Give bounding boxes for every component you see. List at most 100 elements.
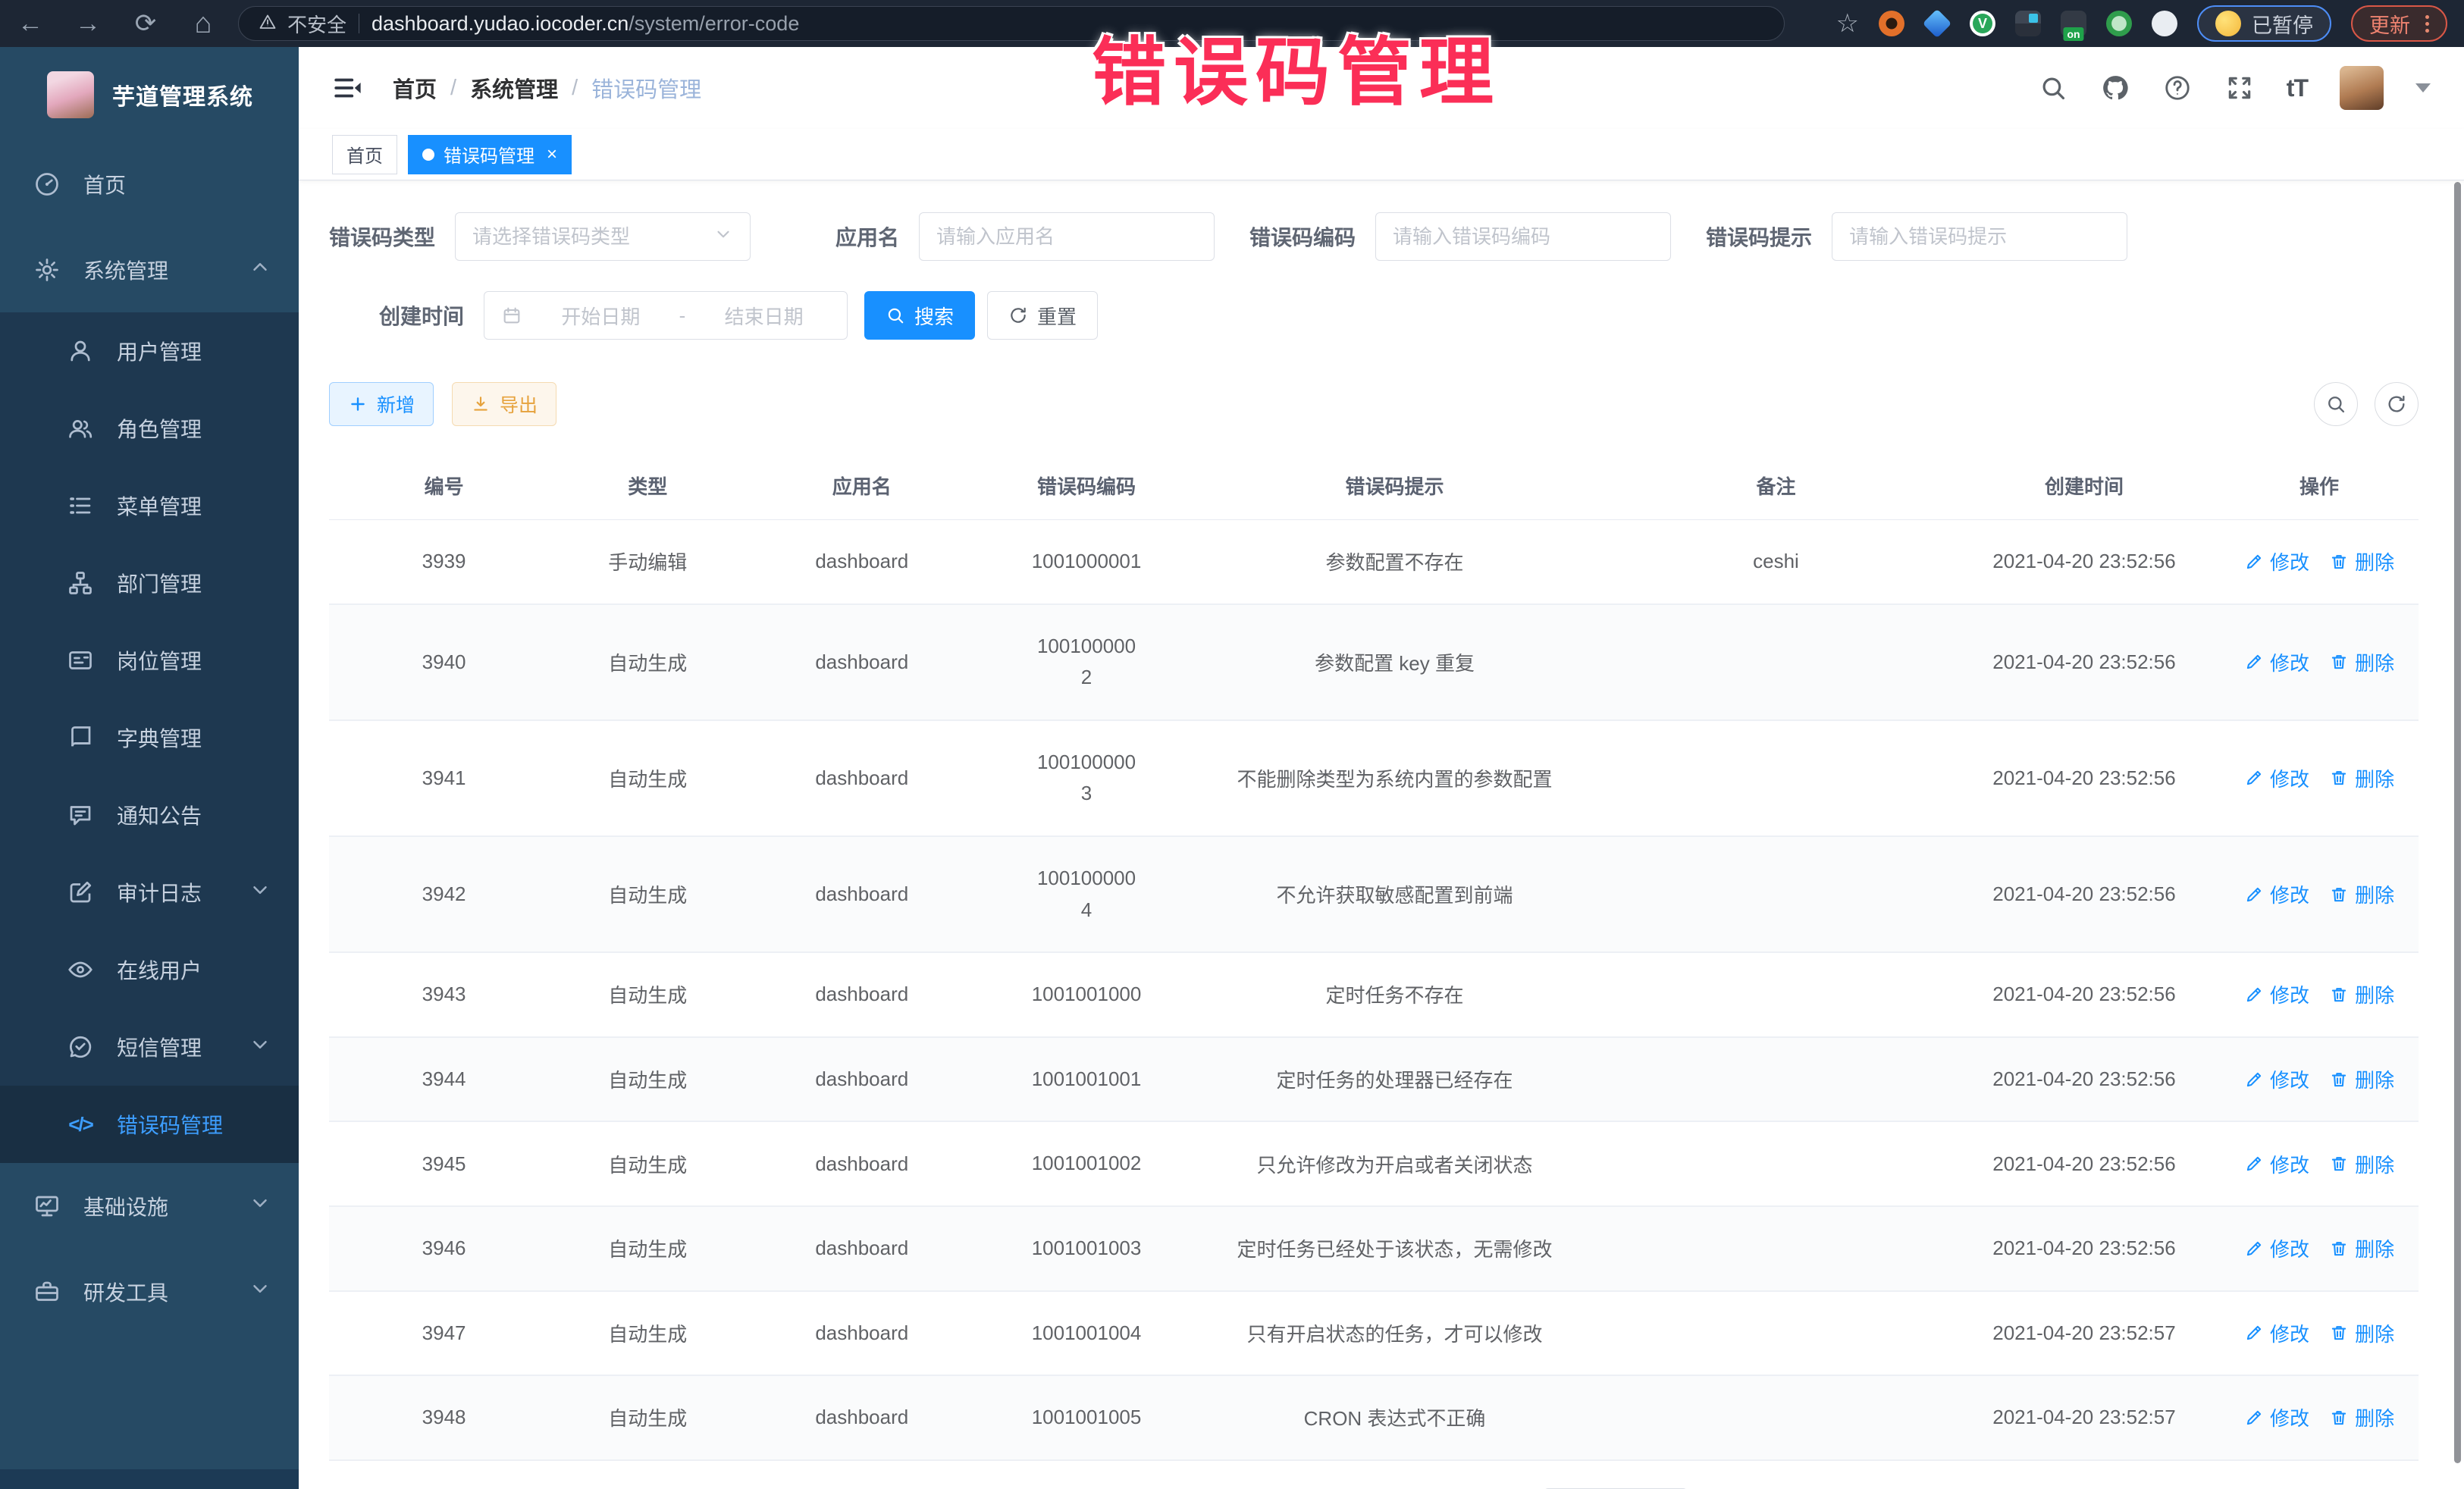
tag-error-code[interactable]: 错误码管理 × [408, 135, 572, 174]
sidebar-item-label: 岗位管理 [117, 645, 202, 676]
cell-app: dashboard [736, 836, 987, 952]
edit-link[interactable]: 修改 [2244, 1065, 2309, 1093]
toggle-search-button[interactable] [2314, 382, 2358, 426]
table-row: 3946 自动生成 dashboard 1001001003 定时任务已经处于该… [329, 1206, 2419, 1291]
chevron-up-icon [249, 255, 271, 284]
sidebar-item-audit-log[interactable]: 审计日志 [0, 854, 299, 931]
sidebar-item-notices[interactable]: 通知公告 [0, 776, 299, 854]
extensions-puzzle-icon[interactable] [2152, 11, 2177, 36]
start-date-placeholder[interactable]: 开始日期 [534, 302, 667, 330]
edit-link[interactable]: 修改 [2244, 764, 2309, 792]
header-search-icon[interactable] [2038, 73, 2068, 103]
sidebar-item-error-code[interactable]: </> 错误码管理 [0, 1086, 299, 1163]
org-tree-icon [65, 568, 96, 598]
search-button[interactable]: 搜索 [864, 291, 975, 340]
delete-link[interactable]: 删除 [2329, 980, 2394, 1008]
avatar-caret-icon[interactable] [2415, 83, 2431, 100]
dashboard-icon [32, 169, 62, 199]
delete-link[interactable]: 删除 [2329, 1403, 2394, 1431]
browser-reload-icon[interactable]: ⟳ [132, 10, 159, 37]
edit-link[interactable]: 修改 [2244, 1319, 2309, 1347]
browser-home-icon[interactable]: ⌂ [190, 10, 217, 37]
browser-menu-icon[interactable] [2425, 15, 2429, 33]
col-type: 类型 [559, 452, 736, 520]
error-type-select[interactable] [455, 212, 751, 261]
error-msg-field[interactable] [1849, 225, 2110, 249]
logo[interactable]: 芋道管理系统 [0, 47, 299, 141]
delete-link[interactable]: 删除 [2329, 880, 2394, 908]
extension-icon-1[interactable] [1879, 11, 1904, 36]
sidebar-item-menus[interactable]: 菜单管理 [0, 467, 299, 544]
extension-icon-3[interactable] [2015, 11, 2041, 36]
delete-link[interactable]: 删除 [2329, 547, 2394, 575]
end-date-placeholder[interactable]: 结束日期 [698, 302, 830, 330]
sidebar-item-infrastructure[interactable]: 基础设施 [0, 1163, 299, 1249]
error-code-field[interactable] [1393, 225, 1654, 249]
browser-update-button[interactable]: 更新 [2351, 5, 2447, 42]
delete-link[interactable]: 删除 [2329, 1150, 2394, 1178]
not-secure-warning[interactable]: 不安全 [259, 10, 346, 38]
app-name-field[interactable] [936, 225, 1197, 249]
profile-avatar-icon [2215, 11, 2241, 36]
error-code-input[interactable] [1375, 212, 1671, 261]
cell-code: 100100000 4 [987, 836, 1186, 952]
error-type-select-input[interactable] [472, 225, 713, 249]
tag-close-icon[interactable]: × [547, 144, 557, 165]
edit-link[interactable]: 修改 [2244, 648, 2309, 676]
page-scrollbar[interactable] [2454, 182, 2461, 1463]
fullscreen-icon[interactable] [2224, 73, 2255, 103]
sidebar-item-system[interactable]: 系统管理 [0, 227, 299, 312]
edit-link[interactable]: 修改 [2244, 1403, 2309, 1431]
delete-link[interactable]: 删除 [2329, 648, 2394, 676]
browser-forward-icon[interactable]: → [74, 10, 102, 37]
edit-icon [2244, 768, 2264, 788]
sidebar-item-home[interactable]: 首页 [0, 141, 299, 227]
cell-msg: 参数配置 key 重复 [1186, 604, 1603, 720]
font-size-icon[interactable]: tT [2287, 74, 2308, 102]
edit-link[interactable]: 修改 [2244, 547, 2309, 575]
help-icon[interactable] [2162, 73, 2193, 103]
browser-back-icon[interactable]: ← [17, 10, 44, 37]
delete-link[interactable]: 删除 [2329, 1234, 2394, 1262]
export-button[interactable]: 导出 [452, 382, 556, 426]
app-name-input[interactable] [919, 212, 1215, 261]
edit-link[interactable]: 修改 [2244, 880, 2309, 908]
refresh-table-button[interactable] [2375, 382, 2419, 426]
delete-link[interactable]: 删除 [2329, 1065, 2394, 1093]
delete-link[interactable]: 删除 [2329, 1319, 2394, 1347]
extension-icon-4[interactable]: on [2061, 11, 2086, 36]
delete-link[interactable]: 删除 [2329, 764, 2394, 792]
cell-remark [1603, 1375, 1948, 1460]
breadcrumb-system[interactable]: 系统管理 [470, 72, 558, 104]
cell-app: dashboard [736, 1375, 987, 1460]
sidebar-item-roles[interactable]: 角色管理 [0, 390, 299, 467]
sidebar-item-departments[interactable]: 部门管理 [0, 544, 299, 622]
sidebar-item-sms[interactable]: 短信管理 [0, 1008, 299, 1086]
reset-button[interactable]: 重置 [987, 291, 1098, 340]
edit-icon [2244, 1154, 2264, 1174]
sidebar-item-dictionary[interactable]: 字典管理 [0, 699, 299, 776]
extension-icon-2[interactable] [1923, 9, 1951, 38]
bookmark-star-icon[interactable]: ☆ [1836, 11, 1859, 36]
profile-paused-badge[interactable]: 已暂停 [2197, 5, 2331, 42]
address-bar[interactable]: 不安全 dashboard.yudao.iocoder.cn/system/er… [238, 6, 1785, 41]
error-msg-input[interactable] [1832, 212, 2127, 261]
table-row: 3944 自动生成 dashboard 1001001001 定时任务的处理器已… [329, 1037, 2419, 1122]
date-range-picker[interactable]: 开始日期 - 结束日期 [484, 291, 848, 340]
hamburger-icon[interactable] [332, 72, 364, 104]
edit-link[interactable]: 修改 [2244, 1150, 2309, 1178]
user-avatar[interactable] [2340, 66, 2384, 110]
edit-link[interactable]: 修改 [2244, 980, 2309, 1008]
sidebar-item-online-users[interactable]: 在线用户 [0, 931, 299, 1008]
sidebar-item-users[interactable]: 用户管理 [0, 312, 299, 390]
sidebar-item-dev-tools[interactable]: 研发工具 [0, 1249, 299, 1334]
sidebar-item-positions[interactable]: 岗位管理 [0, 622, 299, 699]
add-button[interactable]: 新增 [329, 382, 434, 426]
tag-home[interactable]: 首页 [332, 135, 397, 174]
vue-devtools-icon[interactable]: V [1970, 11, 1995, 36]
github-icon[interactable] [2100, 73, 2130, 103]
extension-icon-5[interactable] [2106, 11, 2132, 36]
col-time: 创建时间 [1948, 452, 2220, 520]
edit-link[interactable]: 修改 [2244, 1234, 2309, 1262]
breadcrumb-home[interactable]: 首页 [393, 72, 437, 104]
